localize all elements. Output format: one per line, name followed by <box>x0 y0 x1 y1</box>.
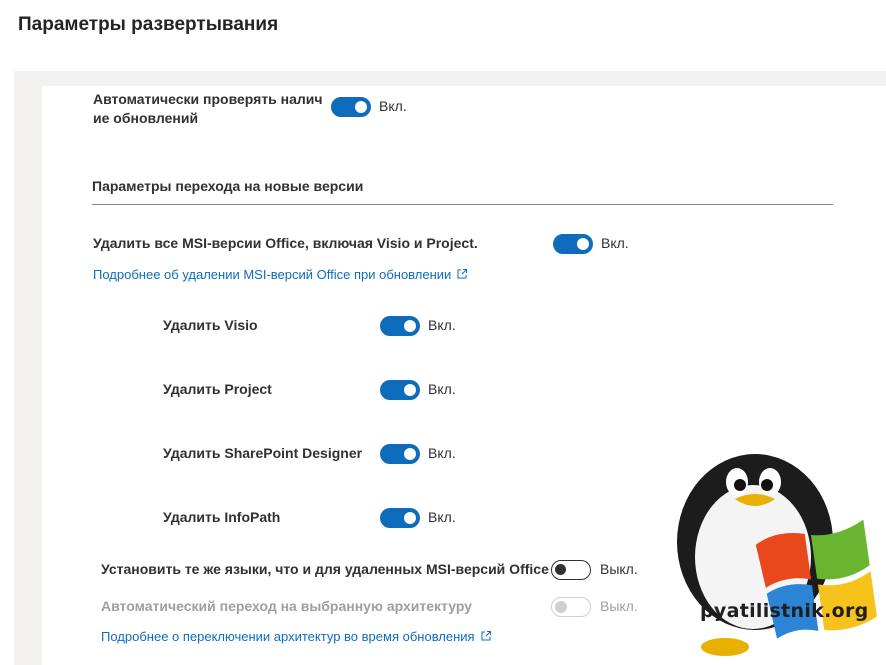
external-link-icon <box>457 269 468 279</box>
remove-msi-state: Вкл. <box>601 235 629 251</box>
auto-update-label-line1: Автоматически проверять налич <box>93 91 323 107</box>
external-link-icon <box>481 631 491 641</box>
same-languages-toggle[interactable] <box>551 560 591 580</box>
remove-sharepoint-designer-state: Вкл. <box>428 445 456 461</box>
upgrade-section-title: Параметры перехода на новые версии <box>92 178 364 194</box>
same-languages-state: Выкл. <box>600 561 638 577</box>
remove-infopath-toggle[interactable] <box>380 508 420 528</box>
auto-update-label: Автоматически проверять налич ие обновле… <box>93 90 323 128</box>
remove-msi-link-text: Подробнее об удалении MSI-версий Office … <box>93 267 452 282</box>
toggle-knob <box>404 384 416 396</box>
toggle-knob <box>555 564 566 575</box>
toggle-knob <box>404 320 416 332</box>
auto-architecture-state: Выкл. <box>600 598 638 614</box>
remove-project-toggle[interactable] <box>380 380 420 400</box>
remove-msi-label: Удалить все MSI-версии Office, включая V… <box>93 235 478 251</box>
toggle-knob <box>404 448 416 460</box>
remove-infopath-label: Удалить InfoPath <box>163 509 281 525</box>
toggle-knob <box>555 601 567 613</box>
penguin-logo-icon <box>677 454 877 656</box>
auto-update-toggle[interactable] <box>331 97 371 117</box>
remove-infopath-state: Вкл. <box>428 509 456 525</box>
remove-msi-learn-more-link[interactable]: Подробнее об удалении MSI-версий Office … <box>93 266 468 284</box>
page-title: Параметры развертывания <box>18 14 279 35</box>
watermark-text: pyatilistnik.org <box>700 600 869 622</box>
architecture-link-text: Подробнее о переключении архитектур во в… <box>101 629 475 644</box>
remove-sharepoint-designer-label: Удалить SharePoint Designer <box>163 445 363 461</box>
auto-architecture-toggle[interactable] <box>551 597 591 617</box>
toggle-knob <box>577 238 589 250</box>
auto-architecture-label: Автоматический переход на выбранную архи… <box>101 598 472 614</box>
toggle-knob <box>404 512 416 524</box>
remove-visio-label: Удалить Visio <box>163 317 258 333</box>
architecture-learn-more-link[interactable]: Подробнее о переключении архитектур во в… <box>101 628 492 646</box>
remove-visio-toggle[interactable] <box>380 316 420 336</box>
toggle-knob <box>355 101 367 113</box>
section-divider <box>92 204 833 205</box>
remove-project-state: Вкл. <box>428 381 456 397</box>
same-languages-label: Установить те же языки, что и для удален… <box>101 561 549 577</box>
remove-project-label: Удалить Project <box>163 381 272 397</box>
auto-update-label-line2: ие обновлений <box>93 110 199 126</box>
remove-msi-toggle[interactable] <box>553 234 593 254</box>
auto-update-state: Вкл. <box>379 98 407 114</box>
remove-sharepoint-designer-toggle[interactable] <box>380 444 420 464</box>
remove-visio-state: Вкл. <box>428 317 456 333</box>
